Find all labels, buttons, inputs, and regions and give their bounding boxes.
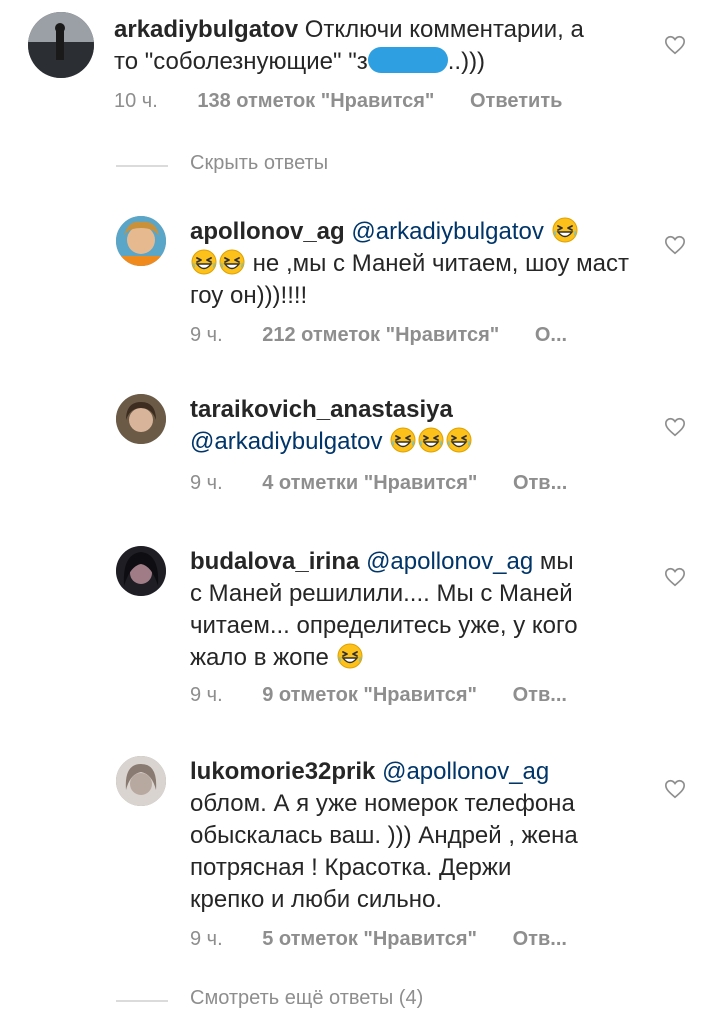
reply-button[interactable]: О... bbox=[535, 324, 567, 346]
avatar[interactable] bbox=[28, 12, 94, 78]
comment-meta: 9 ч. 4 отметки "Нравится" Отв... bbox=[190, 472, 567, 495]
mention-link[interactable]: @apollonov_ag bbox=[366, 548, 533, 575]
comment-body-2: то "соболезнующие" "з bbox=[114, 48, 368, 75]
mention-link[interactable]: @apollonov_ag bbox=[382, 758, 549, 785]
thread-divider bbox=[116, 1000, 168, 1002]
grinning-squinting-face-emoji bbox=[446, 427, 472, 453]
comment-main: arkadiybulgatov Отключи комментарии, а т… bbox=[0, 0, 703, 130]
comment-body-4: жало в жопе bbox=[190, 644, 329, 671]
comment-body-2: с Маней решилили.... Мы с Маней bbox=[190, 580, 573, 607]
likes-count[interactable]: 138 отметок "Нравится" bbox=[197, 90, 434, 112]
avatar[interactable] bbox=[116, 546, 166, 596]
comment-text: taraikovich_anastasiya @arkadiybulgatov bbox=[190, 394, 630, 458]
reply-button[interactable]: Отв... bbox=[513, 928, 567, 950]
reply-comment: lukomorie32prik @apollonov_ag облом. А я… bbox=[0, 750, 703, 960]
grinning-squinting-face-emoji bbox=[337, 643, 363, 669]
likes-count[interactable]: 212 отметок "Нравится" bbox=[262, 324, 499, 346]
redaction-mark bbox=[367, 47, 448, 73]
timestamp: 9 ч. bbox=[190, 684, 223, 706]
username[interactable]: budalova_irina bbox=[190, 548, 359, 575]
reply-button[interactable]: Отв... bbox=[513, 684, 567, 706]
heart-outline-icon[interactable] bbox=[664, 566, 686, 588]
likes-count[interactable]: 9 отметок "Нравится" bbox=[262, 684, 477, 706]
comment-body: облом. А я уже номерок телефона bbox=[190, 790, 575, 817]
grinning-squinting-face-emoji bbox=[418, 427, 444, 453]
timestamp: 9 ч. bbox=[190, 472, 223, 494]
likes-count[interactable]: 5 отметок "Нравится" bbox=[262, 928, 477, 950]
heart-outline-icon[interactable] bbox=[664, 234, 686, 256]
comment-body: мы bbox=[539, 548, 574, 575]
comment-text: budalova_irina @apollonov_ag мы с Маней … bbox=[190, 546, 640, 674]
hide-replies-button[interactable]: Скрыть ответы bbox=[190, 152, 328, 175]
mention-link[interactable]: @arkadiybulgatov bbox=[351, 218, 543, 245]
comment-meta: 9 ч. 212 отметок "Нравится" О... bbox=[190, 324, 567, 347]
avatar[interactable] bbox=[116, 216, 166, 266]
likes-count[interactable]: 4 отметки "Нравится" bbox=[262, 472, 477, 494]
comment-body-2: обыскалась ваш. ))) Андрей , жена bbox=[190, 822, 578, 849]
comment-text: apollonov_ag @arkadiybulgatov не ,мы с М… bbox=[190, 216, 630, 312]
comment-body-3: ..))) bbox=[447, 48, 486, 75]
comment-text: arkadiybulgatov Отключи комментарии, а т… bbox=[114, 14, 644, 78]
username[interactable]: taraikovich_anastasiya bbox=[190, 396, 453, 423]
comment-body-3: читаем... определитесь уже, у кого bbox=[190, 612, 578, 639]
timestamp: 9 ч. bbox=[190, 928, 223, 950]
reply-button[interactable]: Отв... bbox=[513, 472, 567, 494]
comment-meta: 10 ч. 138 отметок "Нравится" Ответить bbox=[114, 90, 562, 113]
reply-comment: apollonov_ag @arkadiybulgatov не ,мы с М… bbox=[0, 200, 703, 360]
grinning-squinting-face-emoji bbox=[191, 249, 217, 275]
comment-body: Отключи комментарии, а bbox=[304, 16, 584, 43]
comment-body: не ,мы с Маней читаем, шоу маст гоу он))… bbox=[190, 250, 629, 309]
comment-text: lukomorie32prik @apollonov_ag облом. А я… bbox=[190, 756, 650, 916]
heart-outline-icon[interactable] bbox=[664, 416, 686, 438]
username[interactable]: apollonov_ag bbox=[190, 218, 345, 245]
username[interactable]: arkadiybulgatov bbox=[114, 16, 298, 43]
view-more-replies-button[interactable]: Смотреть ещё ответы (4) bbox=[190, 987, 423, 1010]
grinning-squinting-face-emoji bbox=[552, 217, 578, 243]
avatar[interactable] bbox=[116, 394, 166, 444]
grinning-squinting-face-emoji bbox=[219, 249, 245, 275]
comment-meta: 9 ч. 9 отметок "Нравится" Отв... bbox=[190, 684, 567, 707]
mention-link[interactable]: @arkadiybulgatov bbox=[190, 428, 382, 455]
reply-comment: taraikovich_anastasiya @arkadiybulgatov … bbox=[0, 390, 703, 510]
comment-body-4: крепко и люби сильно. bbox=[190, 886, 443, 913]
heart-outline-icon[interactable] bbox=[664, 778, 686, 800]
username[interactable]: lukomorie32prik bbox=[190, 758, 375, 785]
timestamp: 9 ч. bbox=[190, 324, 223, 346]
reply-comment: budalova_irina @apollonov_ag мы с Маней … bbox=[0, 538, 703, 718]
thread-divider bbox=[116, 165, 168, 167]
comment-body-3: потрясная ! Красотка. Держи bbox=[190, 854, 512, 881]
heart-outline-icon[interactable] bbox=[664, 34, 686, 56]
comment-meta: 9 ч. 5 отметок "Нравится" Отв... bbox=[190, 928, 567, 951]
timestamp: 10 ч. bbox=[114, 90, 158, 112]
grinning-squinting-face-emoji bbox=[390, 427, 416, 453]
reply-button[interactable]: Ответить bbox=[470, 90, 562, 112]
avatar[interactable] bbox=[116, 756, 166, 806]
